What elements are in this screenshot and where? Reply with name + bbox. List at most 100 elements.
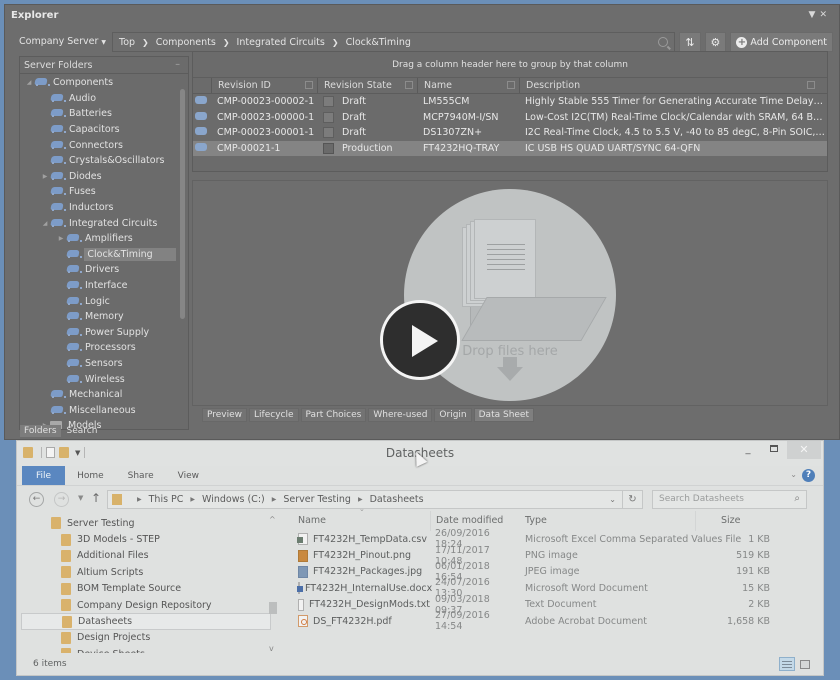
tab-search[interactable]: Search	[63, 425, 102, 437]
address-segment[interactable]: Datasheets	[370, 494, 424, 505]
search-input[interactable]: Search Datasheets ⌕	[652, 490, 807, 509]
video-play-button[interactable]	[380, 300, 460, 380]
add-component-button[interactable]: + Add Component	[730, 32, 833, 52]
tree-item[interactable]: Wireless	[20, 371, 176, 387]
nav-pane-item[interactable]: Altium Scripts	[21, 564, 285, 580]
settings-button[interactable]: ⚙	[704, 32, 727, 52]
tree-scrollbar[interactable]	[180, 77, 186, 425]
file-row[interactable]: DS_FT4232H.pdf 27/09/2016 14:54 Adobe Acro…	[293, 610, 811, 632]
breadcrumb-item[interactable]: Top	[119, 37, 135, 48]
collapse-icon[interactable]: –	[175, 59, 180, 70]
datasheet-drop-area[interactable]: Drop files here	[192, 180, 828, 406]
panel-menu-icon[interactable]: ▼	[809, 10, 820, 20]
tree-item[interactable]: ◢ Integrated Circuits	[20, 215, 176, 231]
filter-icon[interactable]	[507, 81, 515, 89]
table-row[interactable]: CMP-00023-00002-1 Draft LM555CM Highly Stab…	[193, 94, 827, 110]
breadcrumb-item[interactable]: Components	[156, 37, 216, 48]
tab-share[interactable]: Share	[116, 466, 166, 485]
column-header-type[interactable]: Type	[520, 511, 695, 531]
tab-view[interactable]: View	[166, 466, 211, 485]
tree-item[interactable]: Interface	[20, 278, 176, 294]
forward-button[interactable]: →	[54, 492, 69, 507]
tree-item[interactable]: ◢ Components	[20, 75, 176, 91]
file-row[interactable]: FT4232H_Packages.jpg 06/01/2018 16:54 JPEG…	[293, 561, 811, 583]
collapsed-icon[interactable]: ▶	[56, 235, 66, 242]
state-checkbox[interactable]	[323, 96, 334, 108]
expand-ribbon-icon[interactable]: ⌄	[790, 470, 797, 479]
address-segment[interactable]: This PC	[149, 494, 184, 505]
nav-pane-item[interactable]: Device Sheets	[21, 646, 285, 653]
table-row[interactable]: CMP-00021-1 Production FT4232HQ-TRAY IC USB…	[193, 140, 827, 156]
tab-part-choices[interactable]: Part Choices	[300, 408, 367, 422]
nav-pane-item[interactable]: Additional Files	[21, 548, 285, 564]
search-icon[interactable]	[658, 37, 669, 47]
nav-pane-item[interactable]: Company Design Repository	[21, 597, 285, 613]
tree-item[interactable]: Connectors	[20, 137, 176, 153]
tree-item[interactable]: Logic	[20, 293, 176, 309]
back-button[interactable]: ←	[29, 492, 44, 507]
column-header-name[interactable]: Name	[293, 511, 430, 531]
nav-pane-item[interactable]: BOM Template Source	[21, 581, 285, 597]
address-segment[interactable]: Windows (C:)	[202, 494, 265, 505]
tree-item[interactable]: Memory	[20, 309, 176, 325]
address-dropdown-icon[interactable]: ⌄	[609, 495, 616, 504]
tab-folders[interactable]: Folders	[20, 425, 61, 437]
tab-preview[interactable]: Preview	[202, 408, 248, 422]
tree-item[interactable]: Drivers	[20, 262, 176, 278]
tab-home[interactable]: Home	[65, 466, 116, 485]
column-header-date-modified[interactable]: Date modified	[430, 511, 520, 531]
nav-pane-item[interactable]: Datasheets	[21, 613, 271, 630]
tree-item[interactable]: Capacitors	[20, 122, 176, 138]
nav-pane-item[interactable]: Server Testing	[21, 515, 285, 531]
tree-item[interactable]: Power Supply	[20, 325, 176, 341]
tab-where-used[interactable]: Where-used	[368, 408, 433, 422]
table-row[interactable]: CMP-00023-00000-1 Draft MCP7940M-I/SN Low-C…	[193, 110, 827, 126]
tree-item[interactable]: Audio	[20, 91, 176, 107]
tree-item[interactable]: Crystals&Oscillators	[20, 153, 176, 169]
nav-pane-item[interactable]: 3D Models - STEP	[21, 531, 285, 547]
tree-item[interactable]: ▶ Diodes	[20, 169, 176, 185]
close-icon[interactable]: ✕	[819, 10, 831, 20]
tab-lifecycle[interactable]: Lifecycle	[249, 408, 299, 422]
state-checkbox[interactable]	[323, 142, 334, 154]
tab-origin[interactable]: Origin	[434, 408, 472, 422]
column-header-revision-id[interactable]: Revision ID	[211, 78, 317, 93]
filter-icon[interactable]	[807, 81, 815, 89]
file-row[interactable]: FT4232H_Pinout.png 17/11/2017 10:48 PNG im…	[293, 545, 811, 567]
scroll-up-icon[interactable]: ^	[269, 515, 276, 524]
tree-item[interactable]: Fuses	[20, 184, 176, 200]
column-header-name[interactable]: Name	[417, 78, 519, 93]
collapsed-icon[interactable]: ▶	[40, 173, 50, 180]
recent-locations-icon[interactable]: ▼	[78, 494, 83, 502]
breadcrumb-item[interactable]: Clock&Timing	[346, 37, 411, 48]
help-icon[interactable]: ?	[802, 469, 815, 482]
nav-pane-item[interactable]: Design Projects	[21, 630, 285, 646]
refresh-button[interactable]: ⇅	[679, 32, 701, 52]
column-header-revision-state[interactable]: Revision State	[317, 78, 417, 93]
tab-data-sheet[interactable]: Data Sheet	[473, 408, 534, 422]
close-window-button[interactable]: ✕	[787, 441, 821, 459]
scroll-down-icon[interactable]: v	[269, 644, 274, 653]
tree-item[interactable]: Mechanical	[20, 387, 176, 403]
tree-item[interactable]: Inductors	[20, 200, 176, 216]
tab-file[interactable]: File	[22, 466, 66, 485]
details-view-button[interactable]	[779, 657, 795, 671]
large-icons-view-button[interactable]	[797, 657, 813, 671]
state-checkbox[interactable]	[323, 127, 334, 139]
maximize-button[interactable]	[759, 441, 789, 459]
state-checkbox[interactable]	[323, 111, 334, 123]
tree-item[interactable]: Sensors	[20, 356, 176, 372]
nav-pane-scrollbar[interactable]: ^ v	[267, 515, 279, 653]
address-segment[interactable]: Server Testing	[283, 494, 351, 505]
column-header-description[interactable]: Description	[519, 78, 827, 93]
tree-item[interactable]: Clock&Timing	[20, 247, 176, 263]
filter-icon[interactable]	[305, 81, 313, 89]
tree-item[interactable]: Batteries	[20, 106, 176, 122]
file-row[interactable]: FT4232H_InternalUse.docx 24/07/2016 13:30…	[293, 577, 811, 599]
expanded-icon[interactable]: ◢	[24, 79, 34, 86]
expanded-icon[interactable]: ◢	[40, 220, 50, 227]
tree-item[interactable]: Miscellaneous	[20, 402, 176, 418]
refresh-icon[interactable]: ↻	[622, 491, 642, 508]
breadcrumb-item[interactable]: Integrated Circuits	[237, 37, 325, 48]
server-selector[interactable]: Company Server ▼	[13, 32, 112, 52]
